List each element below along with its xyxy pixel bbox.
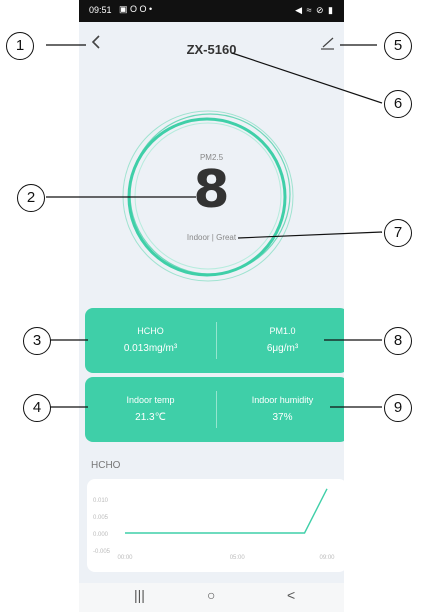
callout-4: 4 [23,394,51,422]
callout-6: 6 [384,90,412,118]
callout-2: 2 [17,184,45,212]
callout-3: 3 [23,327,51,355]
callout-1: 1 [6,32,34,60]
callout-leader-lines [46,44,383,408]
callout-9: 9 [384,394,412,422]
callout-8: 8 [384,327,412,355]
callout-5: 5 [384,32,412,60]
callout-7: 7 [384,219,412,247]
